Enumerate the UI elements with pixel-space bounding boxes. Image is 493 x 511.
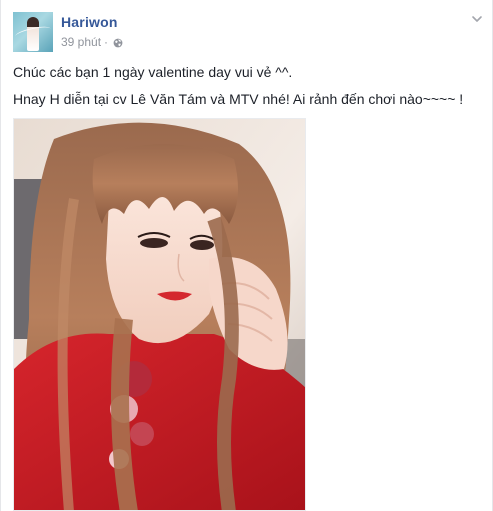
post-photo[interactable] (13, 118, 306, 511)
post-text-line-2: Hnay H diễn tại cv Lê Văn Tám và MTV nhé… (13, 91, 464, 107)
meta-separator: · (104, 35, 109, 49)
globe-icon[interactable] (113, 37, 123, 48)
post-meta: 39 phút · (61, 35, 123, 49)
selfie-illustration (14, 119, 305, 510)
post-timestamp[interactable]: 39 phút (61, 35, 101, 49)
author-name[interactable]: Hariwon (61, 14, 118, 30)
facebook-post: Hariwon 39 phút · Chúc các bạn 1 ngày va… (0, 0, 493, 511)
chevron-down-icon[interactable] (470, 12, 484, 26)
post-text-line-1: Chúc các bạn 1 ngày valentine day vui vẻ… (13, 64, 293, 80)
profile-avatar[interactable] (13, 12, 53, 52)
